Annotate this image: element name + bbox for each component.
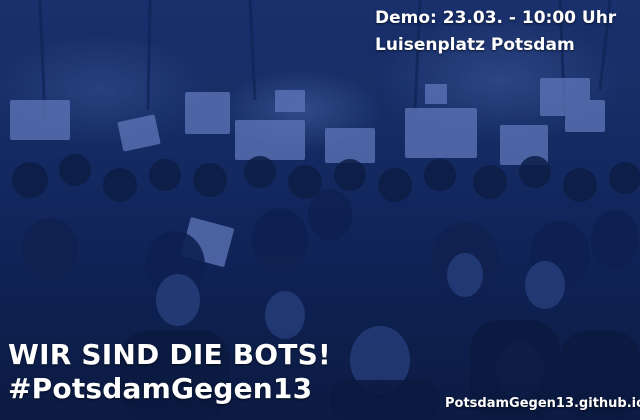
- event-date-time: Demo: 23.03. - 10:00 Uhr: [375, 8, 617, 28]
- event-location: Luisenplatz Potsdam: [375, 35, 575, 55]
- text-overlay: Demo: 23.03. - 10:00 Uhr Luisenplatz Pot…: [0, 0, 640, 420]
- hashtag: #PotsdamGegen13: [8, 372, 313, 405]
- headline: WIR SIND DIE BOTS!: [8, 338, 331, 371]
- demo-poster: Demo: 23.03. - 10:00 Uhr Luisenplatz Pot…: [0, 0, 640, 420]
- website-url: PotsdamGegen13.github.io: [445, 396, 640, 411]
